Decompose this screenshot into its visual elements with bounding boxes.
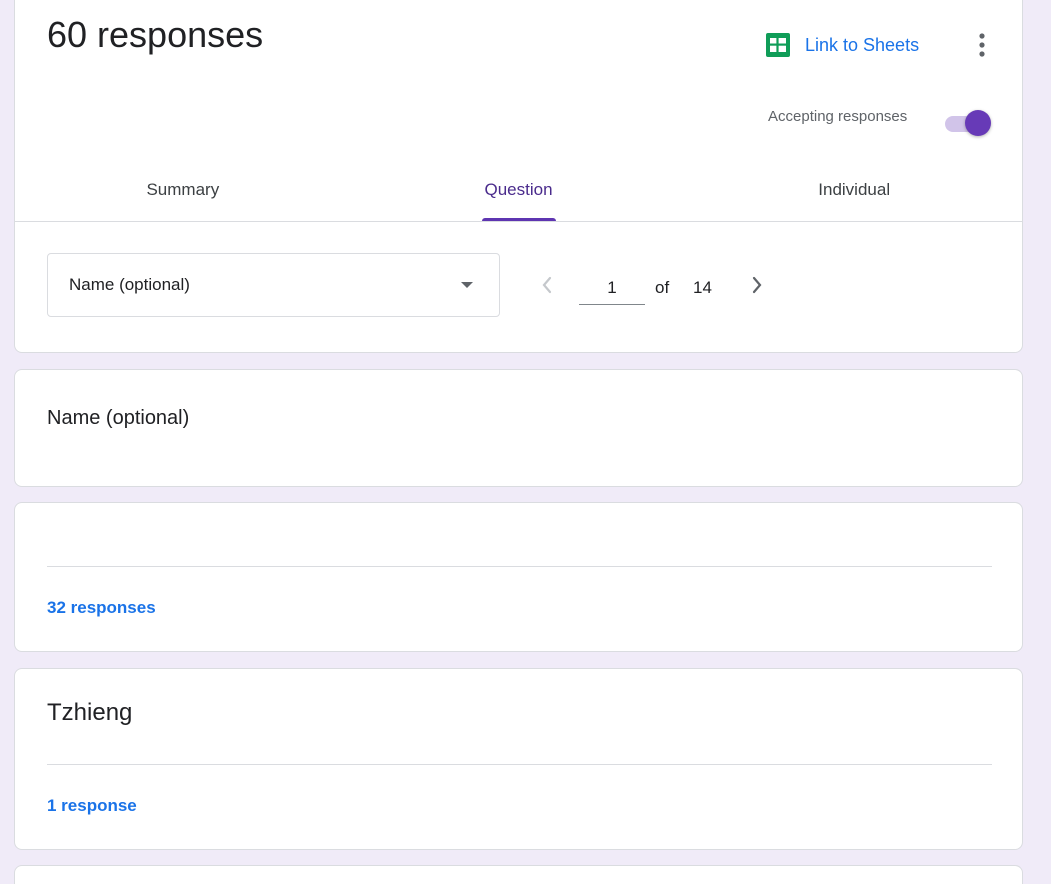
pager-total-count: 14: [693, 278, 712, 297]
tab-question[interactable]: Question: [351, 167, 687, 221]
question-title-card: Name (optional): [14, 369, 1023, 487]
question-select-value: Name (optional): [69, 275, 190, 294]
responses-page: 60 responses Link to Sheets Accepting re…: [0, 0, 1051, 884]
active-tab-indicator: [481, 218, 556, 221]
more-options-button[interactable]: [965, 28, 999, 62]
more-vert-icon: [979, 33, 985, 57]
answer-response-count-link[interactable]: 1 response: [47, 796, 137, 816]
tab-summary-label: Summary: [146, 180, 220, 199]
toggle-knob: [965, 110, 991, 136]
answer-text: Tzhieng: [47, 699, 133, 726]
pager-of-label: of: [655, 278, 670, 297]
accepting-responses-toggle[interactable]: [943, 108, 993, 138]
link-to-sheets-button[interactable]: Link to Sheets: [766, 30, 919, 60]
response-view-tabs: Summary Question Individual: [15, 167, 1022, 222]
responses-count-title: 60 responses: [47, 14, 264, 55]
answer-response-count-link[interactable]: 32 responses: [47, 598, 156, 618]
dropdown-arrow-icon: [461, 282, 473, 288]
accepting-responses-label: Accepting responses: [768, 108, 908, 125]
question-title: Name (optional): [47, 407, 190, 429]
chevron-left-icon: [542, 276, 552, 294]
responses-header-card: 60 responses Link to Sheets Accepting re…: [14, 0, 1023, 353]
chevron-right-icon: [752, 276, 762, 294]
tab-individual[interactable]: Individual: [686, 167, 1022, 221]
tab-summary[interactable]: Summary: [15, 167, 351, 221]
question-select-dropdown[interactable]: Name (optional): [47, 253, 500, 317]
sheets-icon: [766, 33, 790, 57]
answer-divider: [47, 566, 992, 567]
answer-group-card: 32 responses: [14, 502, 1023, 652]
previous-question-button[interactable]: [533, 271, 561, 299]
answer-group-card-partial: [14, 865, 1023, 884]
link-to-sheets-label: Link to Sheets: [805, 34, 920, 55]
answer-divider: [47, 764, 992, 765]
tab-individual-label: Individual: [818, 180, 891, 199]
question-index-input[interactable]: [579, 272, 645, 305]
answer-group-card: Tzhieng 1 response: [14, 668, 1023, 850]
tab-question-label: Question: [484, 180, 553, 199]
next-question-button[interactable]: [743, 271, 771, 299]
